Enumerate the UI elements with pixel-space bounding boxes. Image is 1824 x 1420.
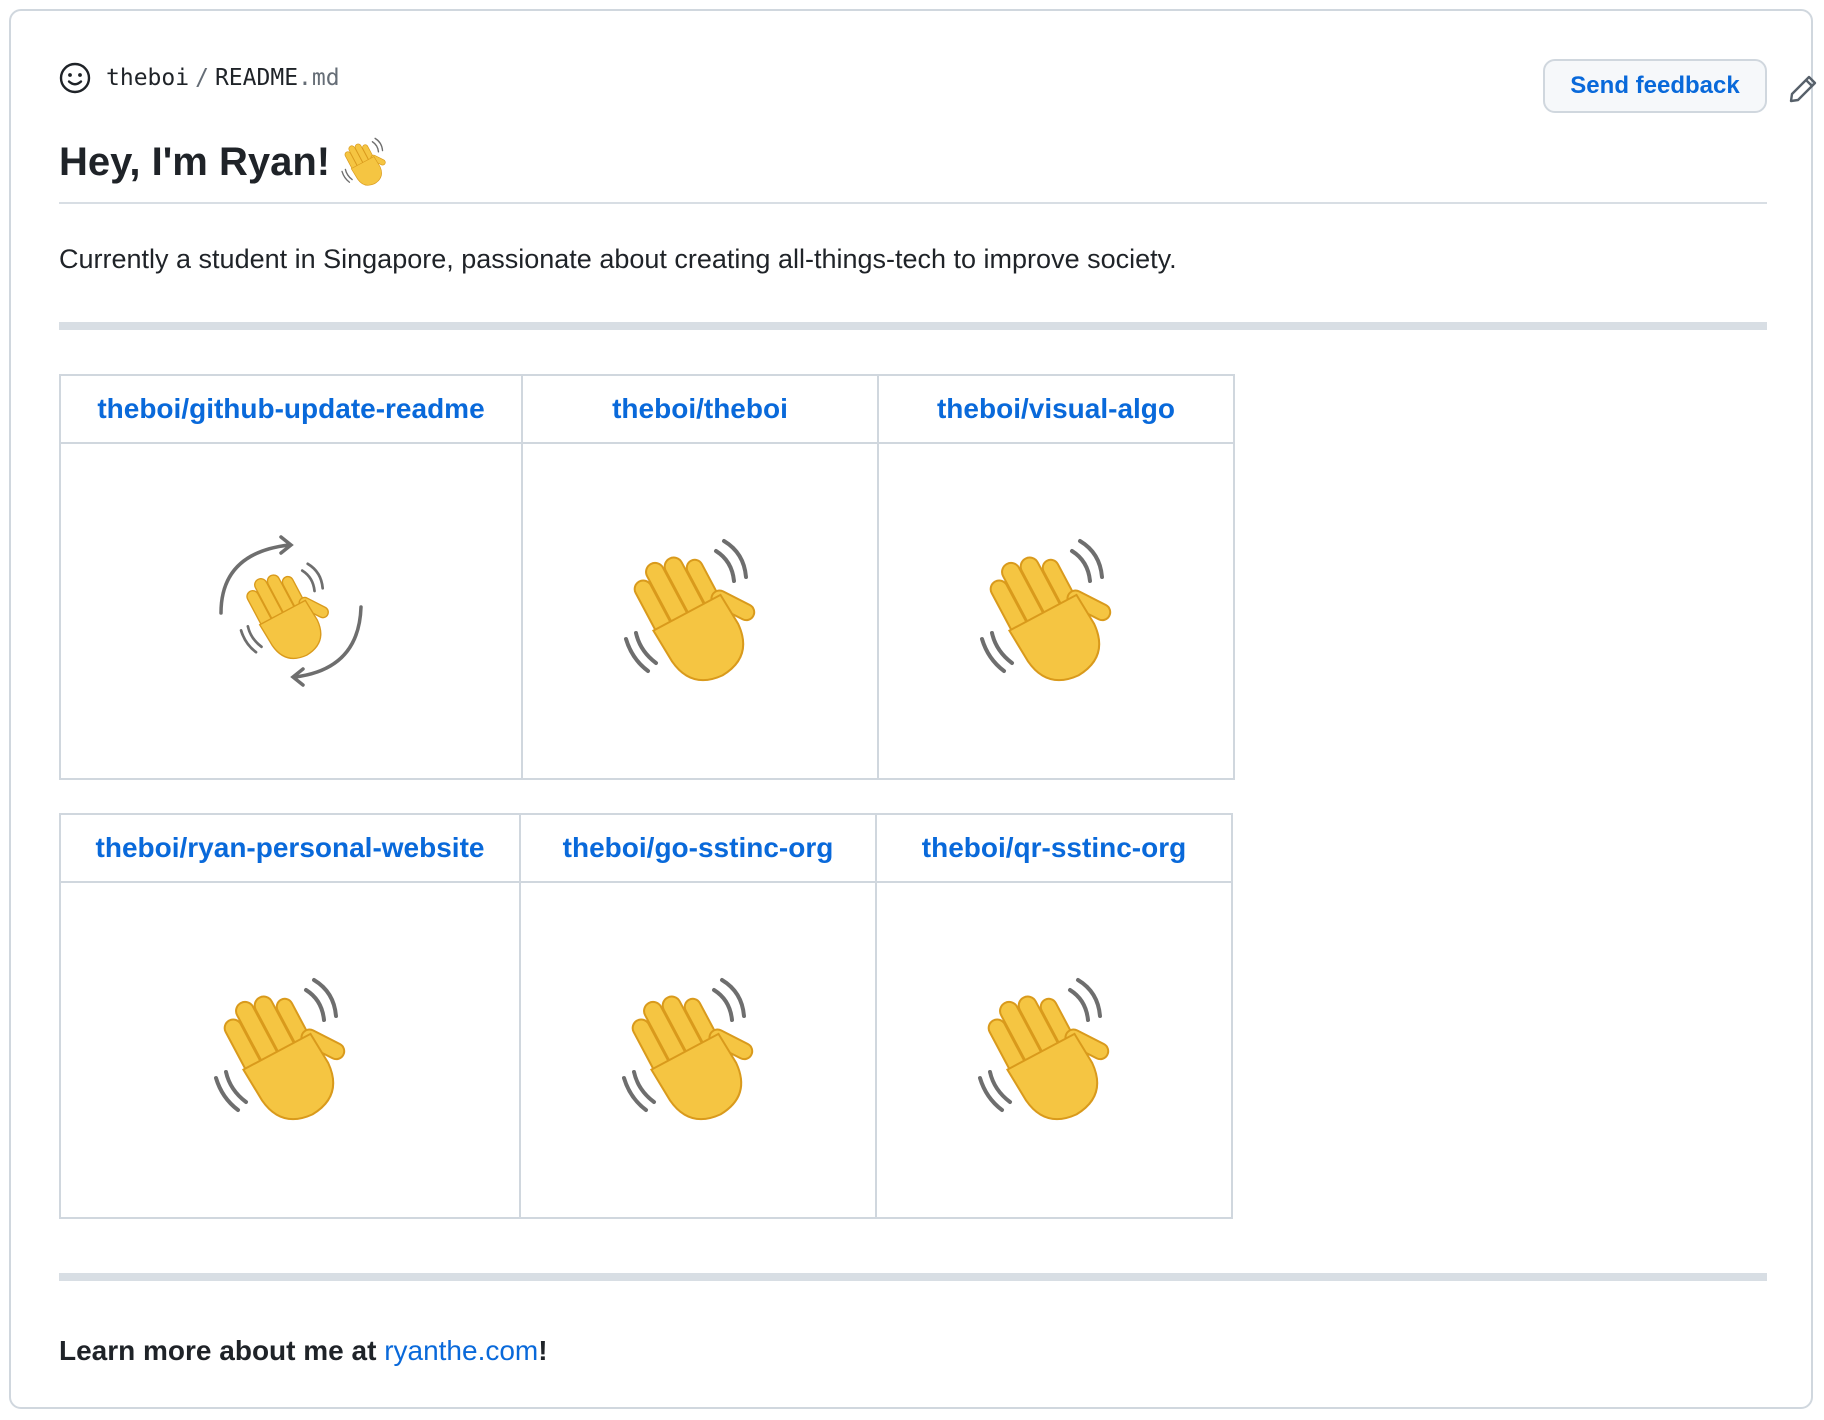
repo-image-cell — [875, 881, 1233, 1219]
file-name: README — [214, 65, 299, 91]
repo-image-cell — [59, 442, 523, 780]
waving-hand-icon[interactable] — [620, 531, 780, 691]
repo-table-image-row — [59, 442, 1235, 780]
waving-hand-icon[interactable] — [974, 970, 1134, 1130]
title-text: Hey, I'm Ryan! — [59, 140, 331, 184]
send-feedback-button[interactable]: Send feedback — [1543, 59, 1767, 113]
breadcrumb-separator: / — [195, 65, 209, 91]
waving-hand-icon[interactable] — [976, 531, 1136, 691]
edit-pencil-icon[interactable] — [1787, 73, 1819, 105]
repo-link[interactable]: theboi/theboi — [521, 374, 879, 444]
repo-link[interactable]: theboi/github-update-readme — [59, 374, 523, 444]
section-divider — [59, 322, 1767, 330]
waving-hand-icon[interactable] — [618, 970, 778, 1130]
repo-image-cell — [877, 442, 1235, 780]
footer-exclamation: ! — [538, 1335, 548, 1366]
readme-card: theboi / README .md Send feedback Hey, I'… — [9, 9, 1817, 1409]
repo-link[interactable]: theboi/ryan-personal-website — [59, 813, 521, 883]
repo-image-cell — [521, 442, 879, 780]
file-breadcrumb: theboi / README .md — [59, 58, 340, 98]
repo-image-cell — [519, 881, 877, 1219]
repo-table-image-row — [59, 881, 1233, 1219]
waving-hand-icon — [341, 135, 394, 189]
repo-link[interactable]: theboi/visual-algo — [877, 374, 1235, 444]
repo-owner[interactable]: theboi — [106, 65, 189, 91]
file-extension: .md — [298, 65, 340, 91]
readme-title: Hey, I'm Ryan! — [59, 135, 394, 189]
title-divider — [59, 202, 1767, 204]
waving-hand-icon[interactable] — [210, 970, 370, 1130]
repo-table-header-row: theboi/github-update-readme theboi/thebo… — [59, 374, 1235, 444]
footer-line: Learn more about me at ryanthe.com! — [59, 1333, 548, 1369]
repo-table-header-row: theboi/ryan-personal-website theboi/go-s… — [59, 813, 1233, 883]
repo-table-2: theboi/ryan-personal-website theboi/go-s… — [59, 813, 1233, 1219]
rotating-waving-hand-icon[interactable] — [211, 531, 371, 691]
repo-image-cell — [59, 881, 521, 1219]
repo-table-1: theboi/github-update-readme theboi/thebo… — [59, 374, 1235, 780]
repo-link[interactable]: theboi/go-sstinc-org — [519, 813, 877, 883]
website-link[interactable]: ryanthe.com — [384, 1335, 538, 1366]
repo-link[interactable]: theboi/qr-sstinc-org — [875, 813, 1233, 883]
footer-text: Learn more about me at — [59, 1335, 385, 1366]
section-divider — [59, 1273, 1767, 1281]
smiley-icon — [59, 62, 91, 94]
intro-paragraph: Currently a student in Singapore, passio… — [59, 244, 1177, 274]
